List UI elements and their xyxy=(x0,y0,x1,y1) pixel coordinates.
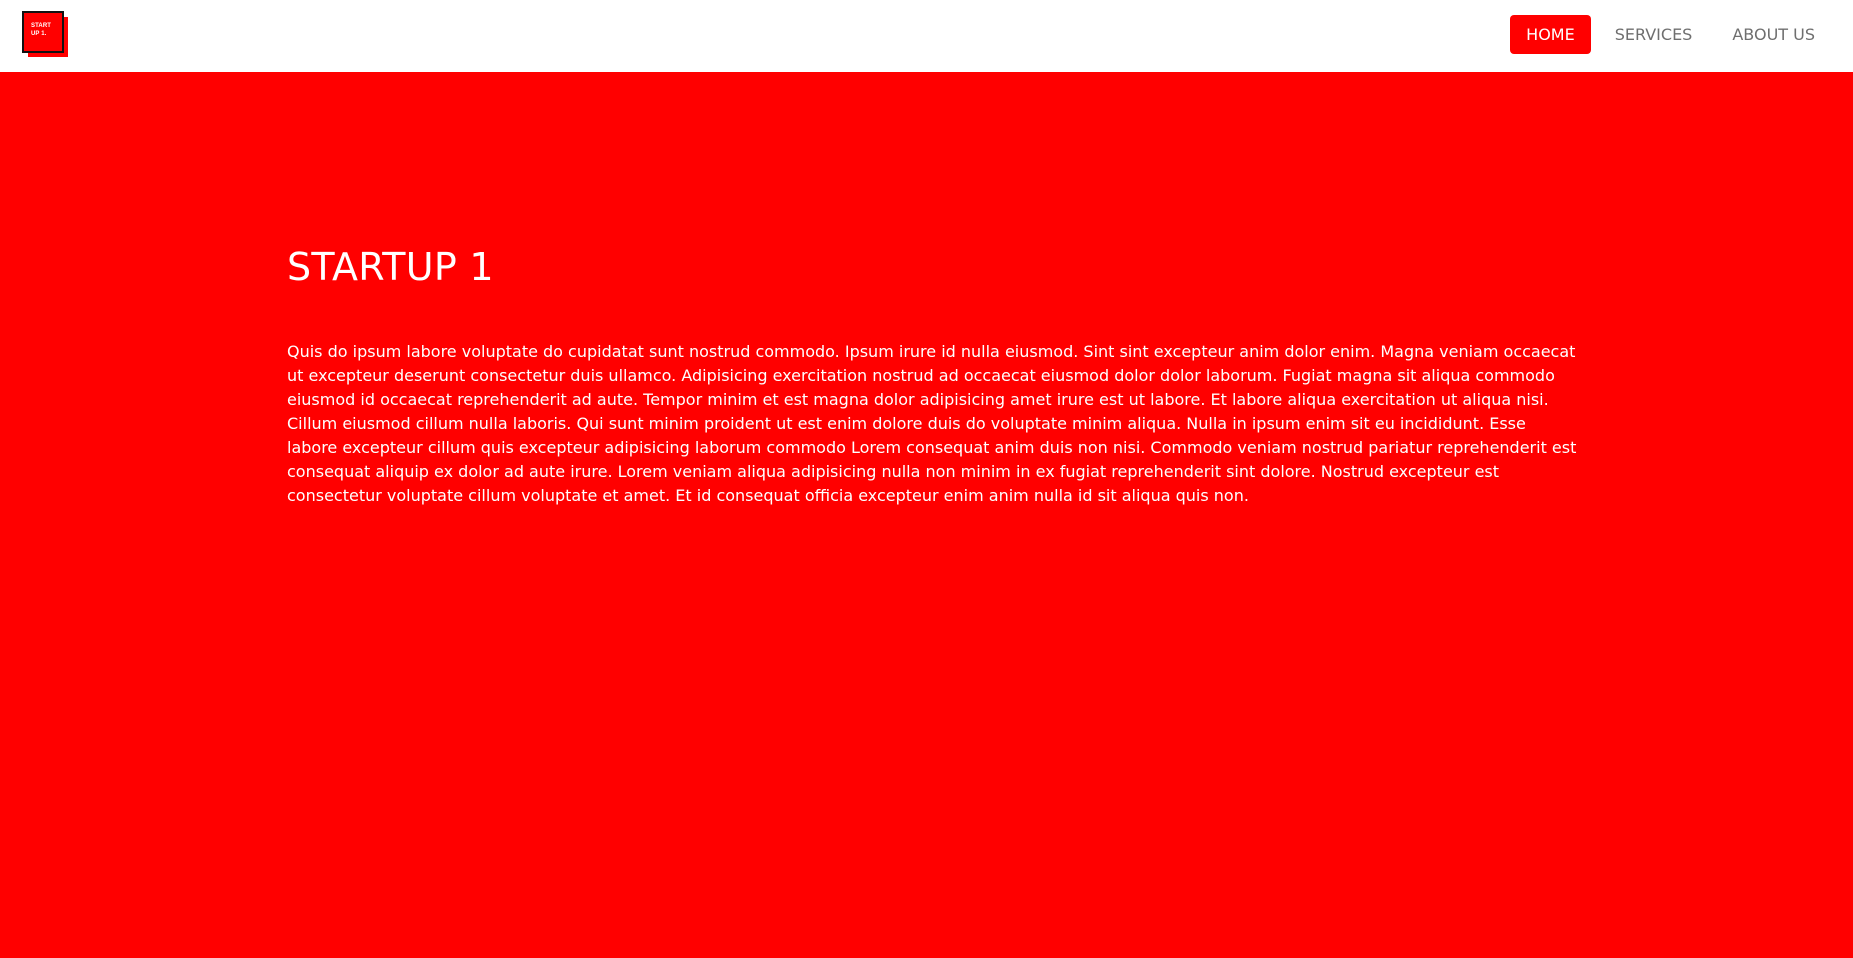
navbar: START UP 1. HOME SERVICES ABOUT US xyxy=(0,0,1853,72)
nav-item-about-us[interactable]: ABOUT US xyxy=(1716,15,1831,54)
hero-section: STARTUP 1 Quis do ipsum labore voluptate… xyxy=(287,238,1577,508)
logo-text: START UP 1. xyxy=(31,23,52,37)
brand-logo[interactable]: START UP 1. xyxy=(22,11,72,59)
nav-item-services[interactable]: SERVICES xyxy=(1599,15,1709,54)
nav-item-home[interactable]: HOME xyxy=(1510,15,1591,54)
hero-title: STARTUP 1 xyxy=(287,245,494,289)
hero-paragraph: Quis do ipsum labore voluptate do cupida… xyxy=(287,342,1577,505)
main-nav: HOME SERVICES ABOUT US xyxy=(1510,15,1831,54)
